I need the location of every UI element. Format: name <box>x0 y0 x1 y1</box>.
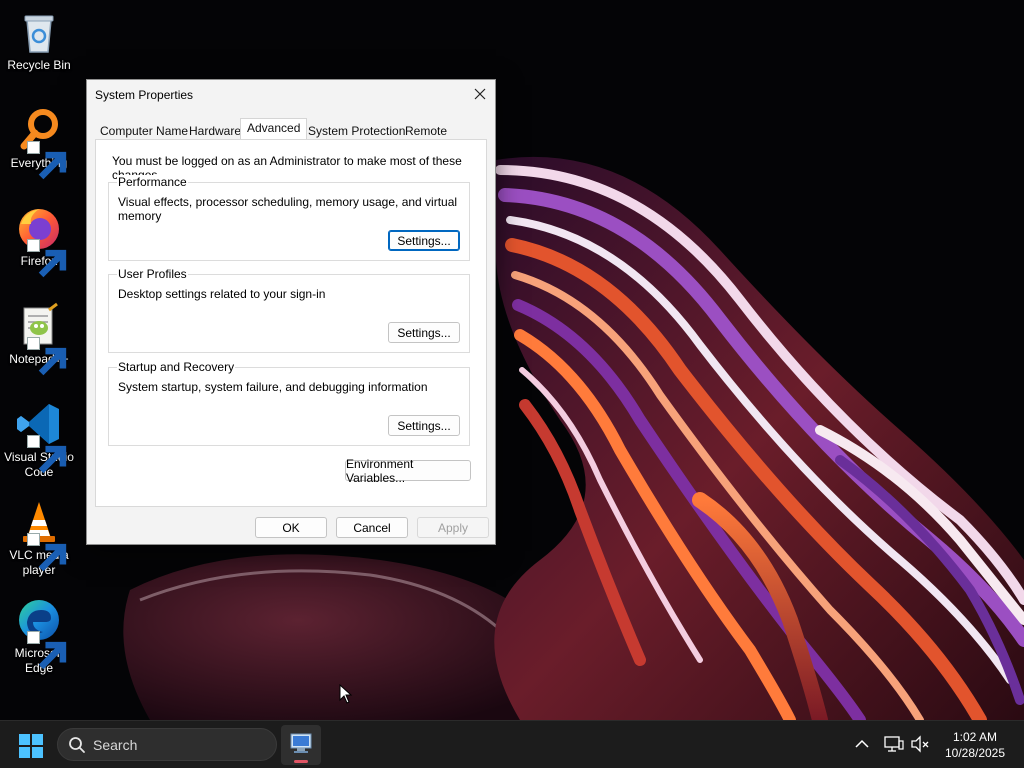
dialog-title: System Properties <box>95 88 194 102</box>
desktop-icon-label: Recycle Bin <box>7 58 71 72</box>
close-icon <box>474 88 486 100</box>
tab-hardware[interactable]: Hardware <box>189 124 241 140</box>
system-properties-app-icon <box>290 733 312 753</box>
user-profiles-group: User Profiles Desktop settings related t… <box>108 267 470 353</box>
system-clock[interactable]: 1:02 AM 10/28/2025 <box>932 729 1018 761</box>
environment-variables-button[interactable]: Environment Variables... <box>345 457 471 485</box>
desktop-icon-notepad-plus-plus[interactable]: Notepad++ <box>2 302 76 376</box>
apply-button[interactable]: Apply <box>417 517 489 538</box>
active-app-indicator <box>294 760 308 763</box>
clock-date: 10/28/2025 <box>944 746 1006 760</box>
desktop-icon-microsoft-edge[interactable]: Microsoft Edge <box>2 596 76 676</box>
shortcut-arrow-icon <box>27 435 67 474</box>
desktop-icon-vlc-media-player[interactable]: VLC media player <box>2 498 76 578</box>
desktop-icon-everything[interactable]: Everything <box>2 106 76 180</box>
startup-recovery-group: Startup and Recovery System startup, sys… <box>108 360 470 446</box>
shortcut-arrow-icon <box>27 533 67 572</box>
start-button[interactable] <box>18 733 44 759</box>
ok-button[interactable]: OK <box>255 517 327 538</box>
tab-remote[interactable]: Remote <box>405 124 447 140</box>
mouse-cursor-icon <box>339 684 353 704</box>
taskbar-search-box[interactable]: Search <box>57 728 277 761</box>
performance-settings-button[interactable]: Settings... <box>388 230 460 251</box>
chevron-up-icon[interactable] <box>855 739 869 749</box>
shortcut-arrow-icon <box>27 631 67 670</box>
desktop-icon-firefox[interactable]: Firefox <box>2 204 76 278</box>
performance-description: Visual effects, processor scheduling, me… <box>118 195 458 223</box>
search-icon <box>69 737 85 753</box>
startup-recovery-title: Startup and Recovery <box>117 360 236 374</box>
shortcut-arrow-icon <box>27 141 67 180</box>
user-profiles-settings-button[interactable]: Settings... <box>388 322 460 343</box>
search-placeholder: Search <box>93 737 138 753</box>
windows-logo-icon <box>19 734 43 758</box>
desktop-icon-recycle-bin[interactable]: Recycle Bin <box>2 8 76 73</box>
recycle-bin-icon <box>15 8 63 56</box>
vscode-icon <box>15 400 67 474</box>
firefox-icon <box>15 204 67 278</box>
user-profiles-description: Desktop settings related to your sign-in <box>118 287 326 301</box>
network-icon[interactable] <box>884 735 904 753</box>
cancel-button[interactable]: Cancel <box>336 517 408 538</box>
shortcut-arrow-icon <box>27 239 67 278</box>
tab-computer-name[interactable]: Computer Name <box>100 124 188 140</box>
desktop-icon-visual-studio-code[interactable]: Visual Studio Code <box>2 400 76 480</box>
startup-recovery-description: System startup, system failure, and debu… <box>118 380 428 394</box>
startup-recovery-settings-button[interactable]: Settings... <box>388 415 460 436</box>
advanced-tab-panel: You must be logged on as an Administrato… <box>95 139 487 507</box>
performance-title: Performance <box>117 175 188 189</box>
shortcut-arrow-icon <box>27 337 67 376</box>
performance-group: Performance Visual effects, processor sc… <box>108 175 470 261</box>
volume-muted-icon[interactable] <box>910 735 930 753</box>
vlc-cone-icon <box>15 498 67 572</box>
everything-search-icon <box>15 106 67 180</box>
taskbar-app-system-properties[interactable] <box>281 725 321 765</box>
close-button[interactable] <box>465 80 495 108</box>
user-profiles-title: User Profiles <box>117 267 188 281</box>
notepad-plus-plus-icon <box>15 302 67 376</box>
taskbar: Search 1:02 AM 10/28/2025 <box>0 720 1024 768</box>
system-properties-dialog: System Properties Computer Name Hardware… <box>86 79 496 545</box>
clock-time: 1:02 AM <box>952 730 998 744</box>
tab-system-protection[interactable]: System Protection <box>308 124 405 140</box>
edge-icon <box>15 596 67 670</box>
tab-advanced[interactable]: Advanced <box>240 118 308 140</box>
